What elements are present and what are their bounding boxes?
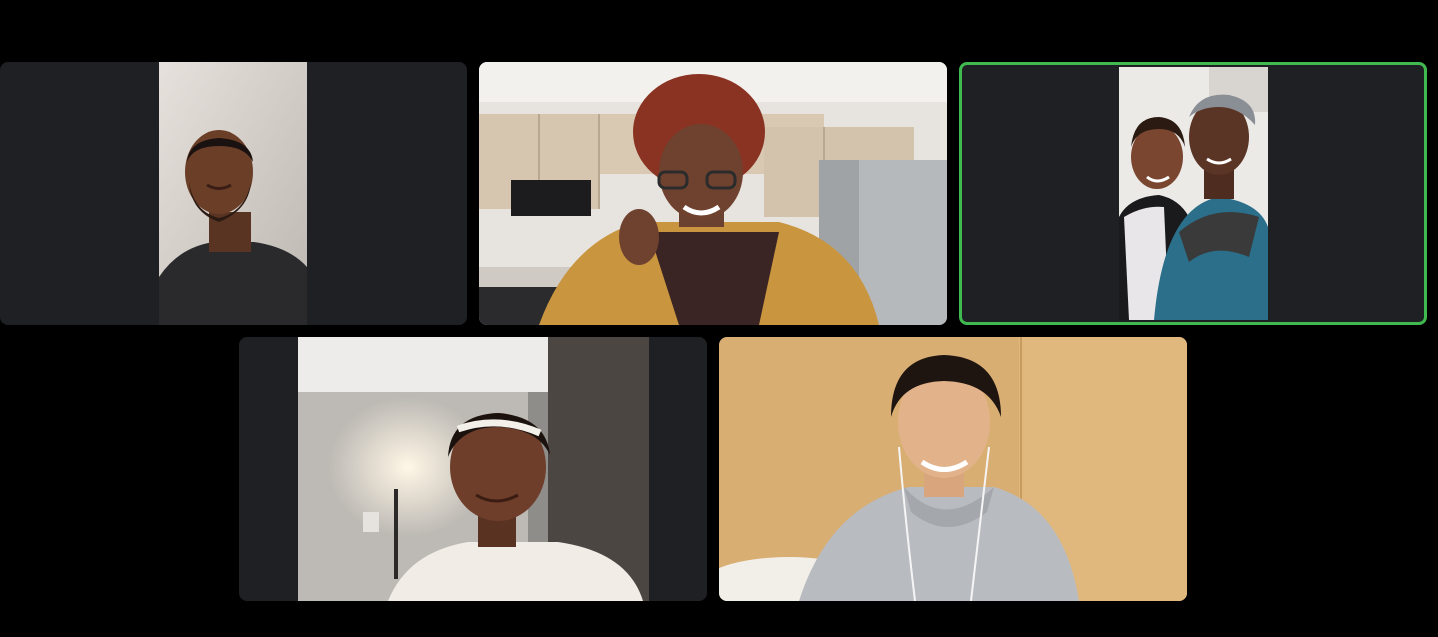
participant-video-3	[1119, 67, 1268, 320]
video-gallery	[0, 0, 1438, 637]
participant-tile-4[interactable]	[239, 337, 707, 601]
participant-video-4	[298, 337, 649, 601]
woman-kitchen-icon	[479, 62, 947, 325]
participant-tile-3-active-speaker[interactable]	[959, 62, 1427, 325]
man-portrait-icon	[159, 62, 307, 325]
participant-video-2	[479, 62, 947, 325]
participant-video-5	[719, 337, 1187, 601]
participant-tile-1[interactable]	[0, 62, 467, 325]
participant-tile-5[interactable]	[719, 337, 1187, 601]
father-daughter-icon	[1119, 67, 1268, 320]
participant-video-1	[159, 62, 307, 325]
woman-lamp-room-icon	[298, 337, 649, 601]
participant-tile-2[interactable]	[479, 62, 947, 325]
man-hoodie-earphones-icon	[719, 337, 1187, 601]
